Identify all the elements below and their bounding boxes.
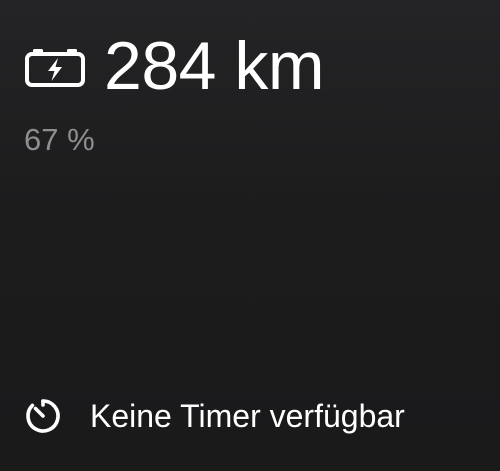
battery-percent: 67 % xyxy=(24,122,95,157)
timer-icon xyxy=(24,397,62,435)
timer-status-label: Keine Timer verfügbar xyxy=(90,398,405,434)
range-row: 284 km xyxy=(24,26,325,106)
battery-charging-icon xyxy=(24,48,86,88)
range-value: 284 km xyxy=(104,28,325,104)
timer-row[interactable]: Keine Timer verfügbar xyxy=(24,396,405,436)
ev-status-widget[interactable]: 284 km 67 % Keine Timer verfügbar xyxy=(0,0,500,471)
